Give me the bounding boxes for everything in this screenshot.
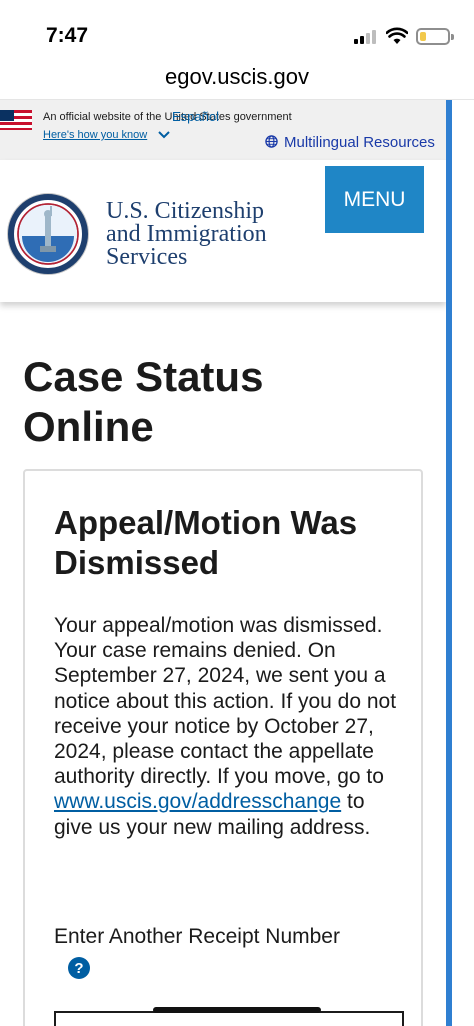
agency-name[interactable]: U.S. Citizenship and Immigration Service… (106, 199, 267, 269)
wifi-icon (386, 27, 408, 44)
home-indicator[interactable] (153, 1007, 321, 1013)
url-text[interactable]: egov.uscis.gov (0, 64, 474, 90)
address-change-link[interactable]: www.uscis.gov/addresschange (54, 790, 341, 813)
status-bar: 7:47 (0, 0, 474, 58)
us-flag-icon (0, 110, 32, 130)
multilingual-resources-link[interactable]: Multilingual Resources (265, 134, 435, 151)
multilingual-label[interactable]: Multilingual Resources (284, 134, 435, 151)
site-header: U.S. Citizenship and Immigration Service… (0, 160, 446, 302)
globe-icon (265, 135, 278, 148)
web-page: An official website of the United States… (0, 100, 446, 1026)
page-title: Case Status Online (23, 353, 264, 450)
receipt-number-input[interactable] (54, 1011, 404, 1026)
case-status-card: Appeal/Motion Was Dismissed Your appeal/… (23, 469, 423, 1026)
status-time: 7:47 (46, 24, 89, 47)
uscis-seal-logo[interactable] (6, 192, 90, 276)
help-icon[interactable]: ? (68, 957, 90, 979)
case-status-title: Appeal/Motion Was Dismissed (54, 504, 358, 581)
case-status-description: Your appeal/motion was dismissed. Your c… (54, 614, 397, 839)
espanol-link[interactable]: Español (172, 109, 219, 124)
official-website-text: An official website of the United States… (43, 111, 292, 123)
battery-icon (416, 28, 454, 45)
receipt-number-label: Enter Another Receipt Number (54, 925, 340, 948)
how-you-know-link[interactable]: Here's how you know (43, 129, 147, 141)
browser-address-bar[interactable]: egov.uscis.gov (0, 58, 474, 100)
cellular-signal-icon (354, 30, 376, 44)
chevron-down-icon[interactable] (158, 130, 170, 140)
menu-button[interactable]: MENU (325, 166, 424, 233)
gov-banner: An official website of the United States… (0, 100, 446, 160)
